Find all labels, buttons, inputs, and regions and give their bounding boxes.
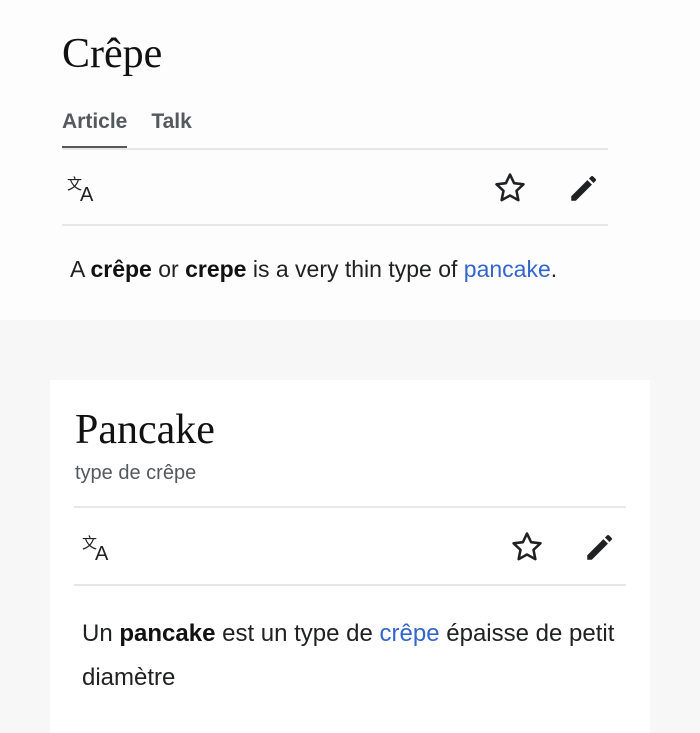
svg-text:A: A [95,543,109,564]
translate-icon[interactable]: 文 A [66,171,100,205]
link-pancake[interactable]: pancake [464,256,551,282]
article-tabs: Article Talk [62,110,192,149]
page-title: Pancake [75,407,215,453]
divider [74,584,626,586]
bold-term: crepe [185,256,247,282]
article-pancake: Pancake type de crêpe 文 A Un pancake est… [50,380,650,733]
translate-icon[interactable]: 文 A [81,530,115,564]
divider [74,506,626,508]
star-icon[interactable] [493,171,527,205]
page-subtitle: type de crêpe [75,462,197,484]
link-crepe[interactable]: crêpe [380,620,440,647]
svg-text:A: A [80,184,94,205]
bold-term: crêpe [90,256,152,282]
page-title: Crêpe [62,31,163,77]
article-intro: A crêpe or crepe is a very thin type of … [70,256,558,282]
divider [62,224,608,226]
article-crepe: Crêpe Article Talk 文 A A crêpe or crepe … [0,0,700,320]
bold-term: pancake [119,620,216,647]
tab-article[interactable]: Article [62,110,128,149]
divider [62,148,608,150]
pencil-icon[interactable] [567,171,601,205]
pencil-icon[interactable] [583,530,617,564]
tab-talk[interactable]: Talk [151,110,191,149]
star-icon[interactable] [510,530,544,564]
article-intro: Un pancake est un type de crêpe épaisse … [82,620,615,691]
